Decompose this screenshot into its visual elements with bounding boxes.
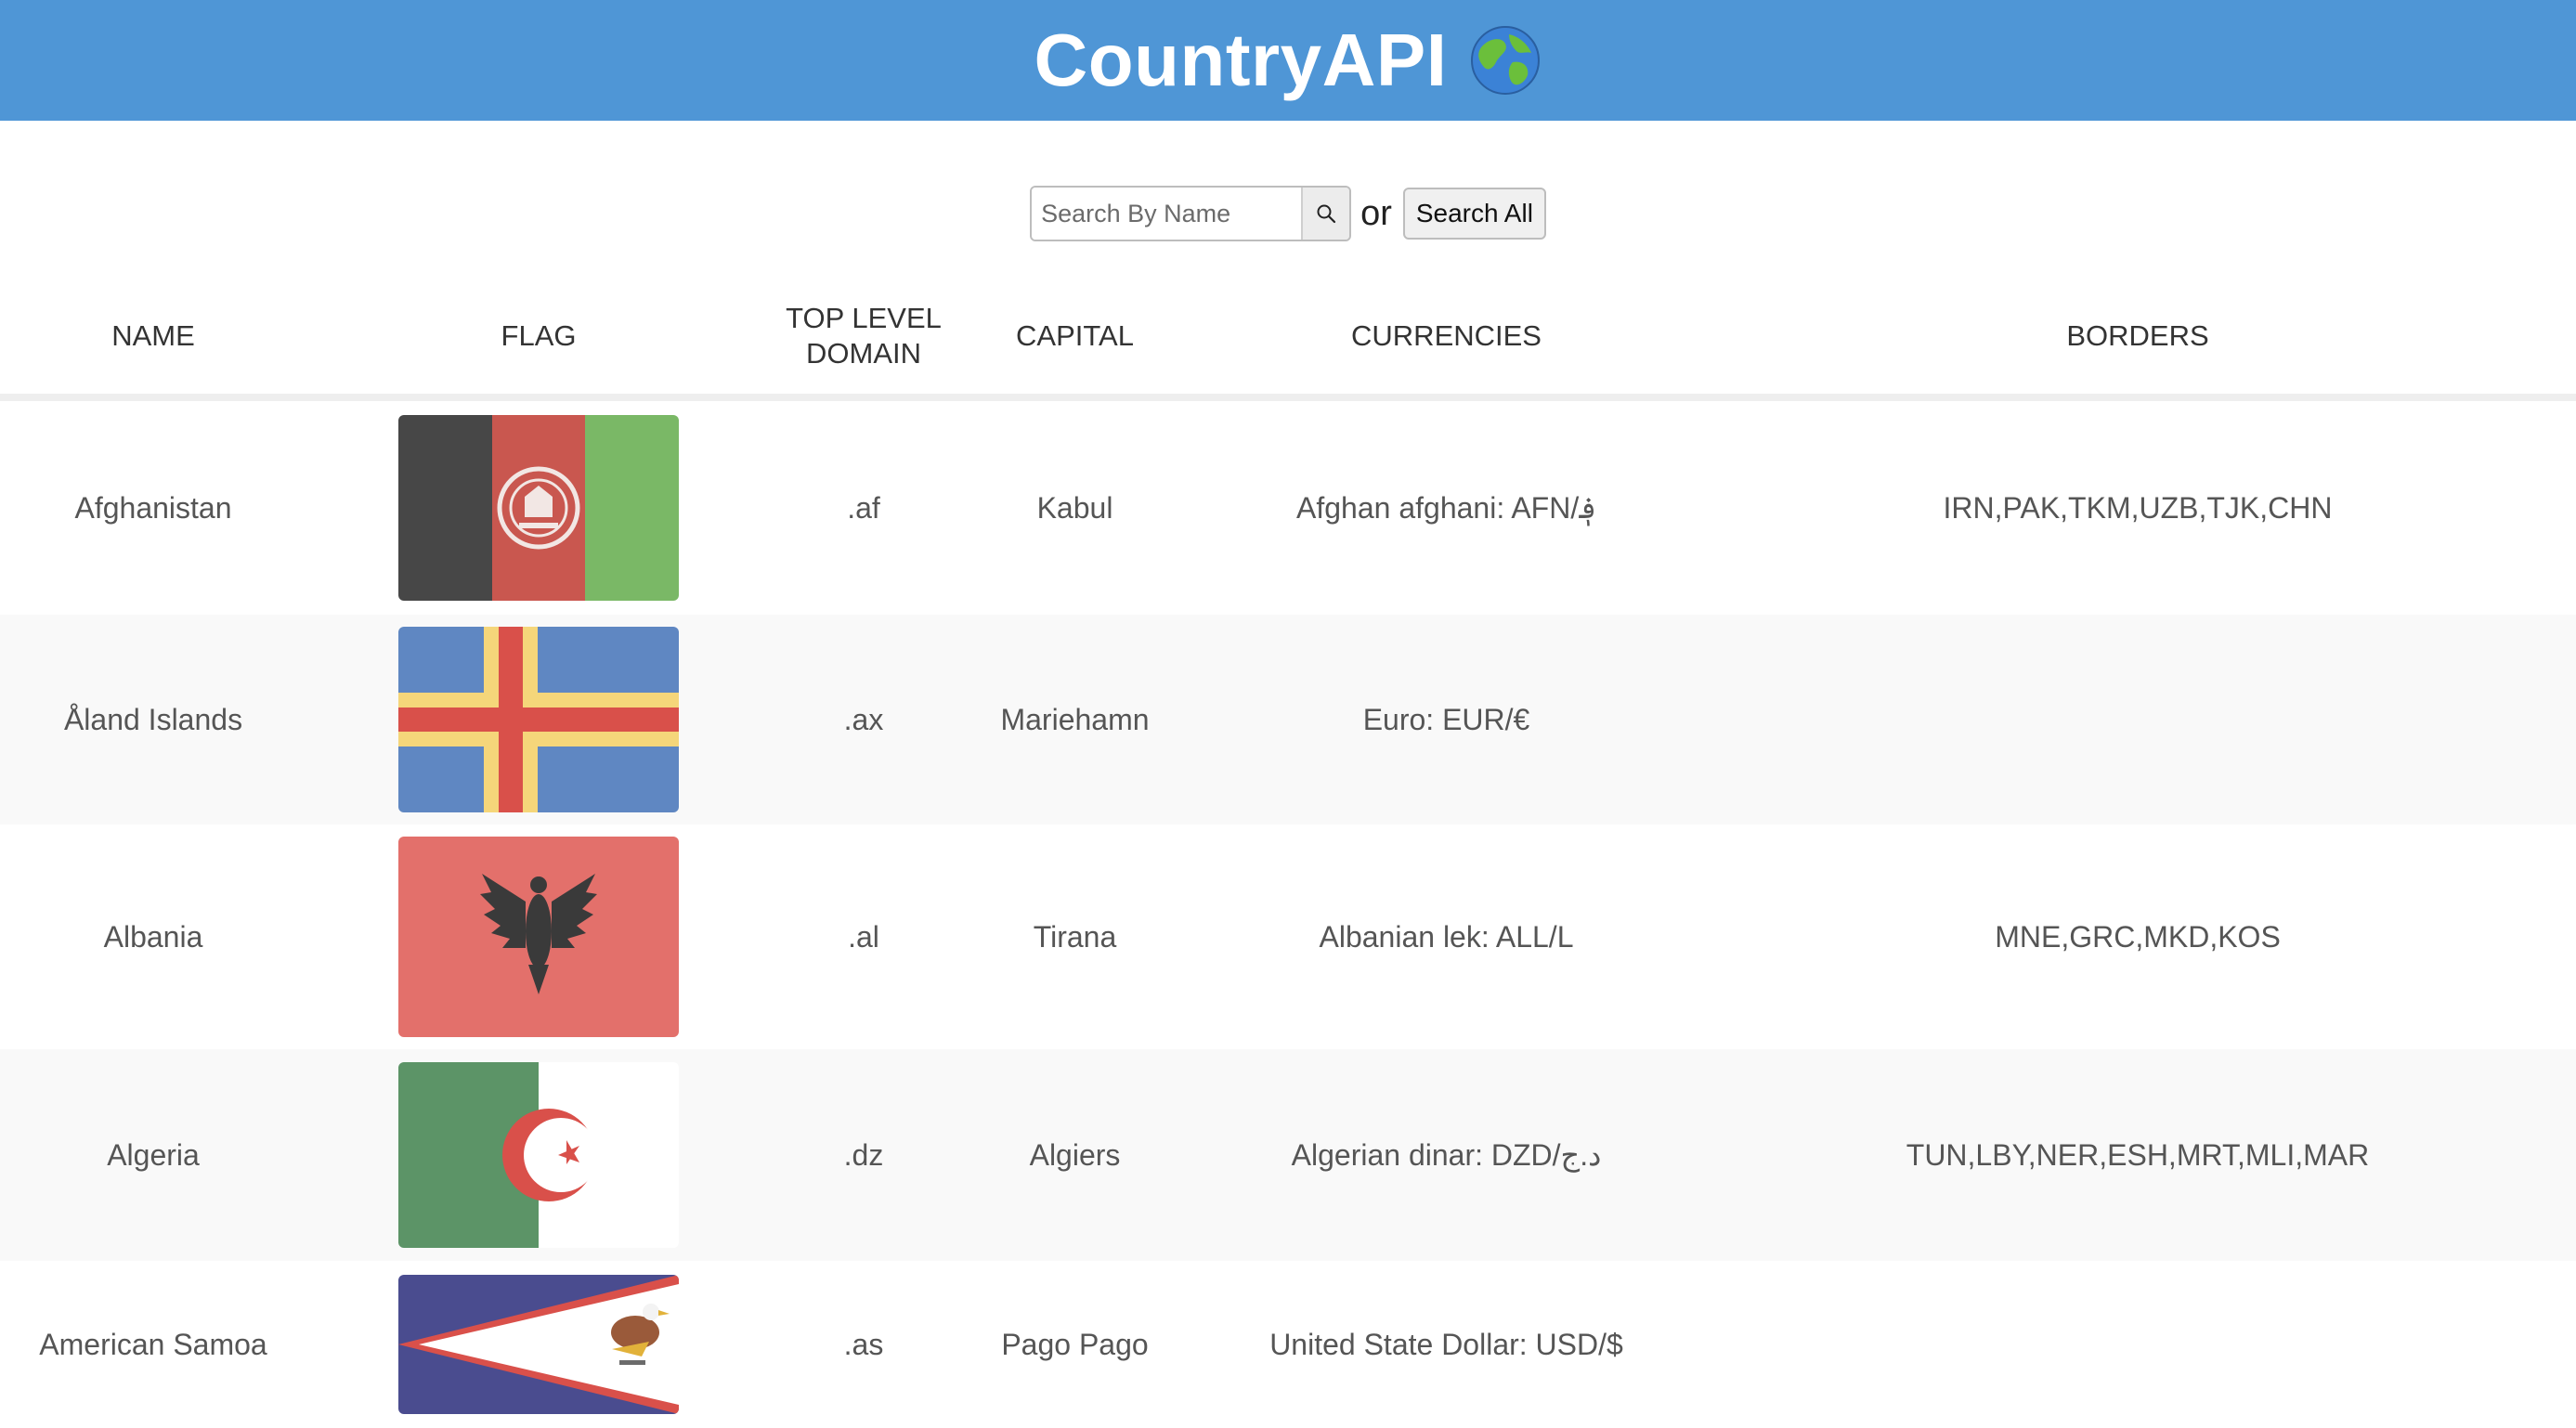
algeria-flag <box>398 1062 679 1248</box>
currencies: Algerian dinar: DZD/د.ج <box>1193 1049 1699 1261</box>
search-button[interactable] <box>1301 188 1350 240</box>
column-header-name: NAME <box>0 279 306 401</box>
borders: TUN,LBY,NER,ESH,MRT,MLI,MAR <box>1699 1049 2576 1261</box>
tld: .dz <box>771 1049 956 1261</box>
borders: IRN,PAK,TKM,UZB,TJK,CHN <box>1943 490 2333 525</box>
borders <box>1699 615 2576 824</box>
capital: Kabul <box>1036 490 1113 525</box>
tld: .ax <box>771 615 956 824</box>
column-header-tld-text: TOP LEVEL DOMAIN <box>786 302 942 370</box>
country-name: Åland Islands <box>0 615 306 824</box>
borders <box>1699 1261 2576 1428</box>
american-samoa-flag <box>398 1275 679 1414</box>
currencies: Euro: EUR/€ <box>1193 615 1699 824</box>
app-title-text: CountryAPI <box>1034 19 1448 101</box>
country-name: American Samoa <box>39 1327 267 1361</box>
table-row: Albania .al Tirana Albanian lek: ALL/L M… <box>0 824 2576 1049</box>
column-header-currencies: CURRENCIES <box>1193 279 1699 401</box>
table-row: American Samoa .as Pago Pago United Stat… <box>0 1261 2576 1428</box>
afghanistan-flag <box>398 415 679 601</box>
tld: .af <box>847 490 880 525</box>
search-input[interactable] <box>1032 188 1302 240</box>
flag-cell <box>306 824 771 1049</box>
table-row: Algeria .dz Algiers Algerian dinar: DZD/… <box>0 1049 2576 1261</box>
or-label: or <box>1360 193 1392 233</box>
currencies: Afghan afghani: AFN/؋ <box>1296 491 1596 525</box>
column-header-borders: BORDERS <box>1699 279 2576 401</box>
capital: Mariehamn <box>956 615 1193 824</box>
country-name: Albania <box>103 919 203 954</box>
country-name: Algeria <box>0 1049 306 1261</box>
table-header-row: NAME FLAG TOP LEVEL DOMAIN CAPITAL CURRE… <box>0 279 2576 401</box>
aland-flag <box>398 627 679 812</box>
currencies: United State Dollar: USD/$ <box>1269 1327 1623 1361</box>
table-row: Åland Islands .ax Mariehamn Euro: EUR/€ <box>0 615 2576 824</box>
flag-cell <box>306 615 771 824</box>
albania-flag <box>398 837 679 1037</box>
column-header-capital: CAPITAL <box>956 279 1193 401</box>
tld: .as <box>843 1327 884 1361</box>
search-icon <box>1317 204 1336 224</box>
app-title: CountryAPI <box>1034 18 1542 103</box>
capital: Algiers <box>956 1049 1193 1261</box>
flag-cell <box>306 397 771 615</box>
column-header-tld: TOP LEVEL DOMAIN <box>771 279 956 401</box>
capital: Tirana <box>1033 919 1117 954</box>
globe-icon <box>1468 23 1542 97</box>
flag-cell <box>306 1261 771 1428</box>
app-header: CountryAPI <box>0 0 2576 121</box>
table-row: Afghanistan .af Kabul Afghan afghani: AF… <box>0 397 2576 615</box>
countries-table: NAME FLAG TOP LEVEL DOMAIN CAPITAL CURRE… <box>0 279 2576 1428</box>
flag-cell <box>306 1049 771 1261</box>
column-header-flag: FLAG <box>306 279 771 401</box>
capital: Pago Pago <box>1001 1327 1149 1361</box>
search-bar: or Search All <box>0 186 2576 241</box>
borders: MNE,GRC,MKD,KOS <box>1995 919 2281 954</box>
search-all-button[interactable]: Search All <box>1402 188 1546 240</box>
country-name: Afghanistan <box>74 490 232 525</box>
tld: .al <box>848 919 879 954</box>
currencies: Albanian lek: ALL/L <box>1319 919 1574 954</box>
search-box <box>1030 186 1352 241</box>
